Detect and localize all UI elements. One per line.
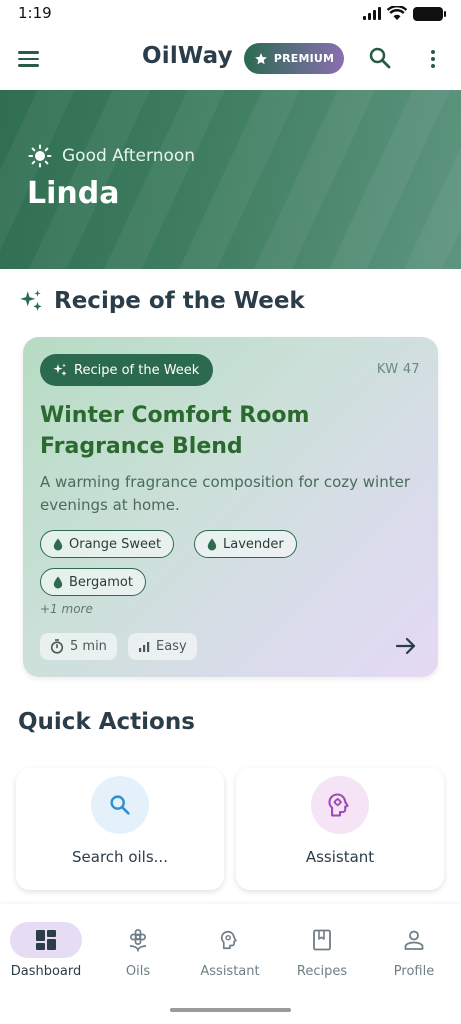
nav-label: Recipes: [296, 964, 348, 979]
search-oils-action[interactable]: Search oils...: [16, 768, 224, 890]
search-icon: [369, 47, 391, 69]
app-title: OilWay: [142, 43, 233, 69]
nav-label: Assistant: [200, 964, 260, 979]
nav-item-assistant[interactable]: Assistant: [184, 922, 276, 984]
signal-icon: [363, 7, 381, 20]
drop-icon: [207, 538, 217, 550]
open-recipe-button[interactable]: [394, 635, 418, 657]
oil-chip[interactable]: Bergamot: [40, 568, 146, 596]
premium-label: PREMIUM: [273, 52, 335, 65]
greeting-row: Good Afternoon: [28, 144, 195, 168]
bar-chart-icon: [139, 641, 150, 652]
home-indicator: [170, 1008, 291, 1012]
more-oils-label: +1 more: [40, 602, 93, 616]
dashboard-icon: [36, 930, 56, 950]
menu-button[interactable]: [18, 46, 46, 72]
more-vert-icon: [431, 50, 435, 54]
recipe-section-header: Recipe of the Week: [18, 288, 305, 314]
quick-action-label: Assistant: [305, 848, 375, 866]
psychology-icon: [328, 793, 349, 817]
assistant-icon-circle: [311, 776, 369, 834]
status-time: 1:19: [18, 4, 52, 22]
person-icon: [404, 930, 424, 950]
user-name: Linda: [27, 176, 120, 211]
menu-icon: [18, 51, 39, 54]
difficulty-chip: Easy: [128, 633, 197, 660]
quick-action-label: Search oils...: [72, 848, 168, 866]
psychology-icon: [220, 930, 237, 950]
nav-label: Dashboard: [10, 964, 82, 979]
nav-label: Profile: [393, 964, 435, 979]
sun-icon: [28, 144, 52, 168]
recipe-badge: Recipe of the Week: [40, 354, 214, 386]
status-bar: 1:19: [0, 0, 461, 28]
premium-badge[interactable]: PREMIUM: [244, 43, 344, 74]
greeting-text: Good Afternoon: [62, 146, 196, 166]
nav-item-oils[interactable]: Oils: [92, 922, 184, 984]
recipe-badge-label: Recipe of the Week: [74, 362, 200, 378]
drop-icon: [53, 576, 63, 588]
sparkle-icon: [53, 363, 67, 376]
search-button[interactable]: [366, 44, 394, 72]
star-icon: [254, 52, 267, 64]
nav-item-dashboard[interactable]: Dashboard: [0, 922, 92, 984]
hero-banner: Good Afternoon Linda: [0, 90, 461, 269]
timer-icon: [50, 639, 64, 654]
recipe-description: A warming fragrance composition for cozy…: [40, 473, 411, 514]
recipe-title: Winter Comfort Room Fragrance Blend: [40, 403, 310, 459]
status-icons: [363, 6, 446, 21]
quick-actions-title: Quick Actions: [18, 709, 195, 735]
book-icon: [313, 929, 331, 951]
search-icon-circle: [91, 776, 149, 834]
sparkle-icon: [20, 290, 42, 311]
battery-icon: [413, 6, 446, 21]
wifi-icon: [387, 6, 407, 20]
oil-chip-label: Bergamot: [69, 574, 133, 590]
nav-item-profile[interactable]: Profile: [368, 922, 460, 984]
flower-icon: [129, 929, 147, 952]
bottom-navigation: Dashboard Oils Assistant Recipes Profile: [0, 904, 461, 1024]
duration-chip: 5 min: [40, 633, 117, 660]
search-icon: [110, 795, 130, 815]
app-bar: OilWay PREMIUM: [0, 30, 461, 88]
oil-chip-label: Orange Sweet: [69, 536, 162, 552]
nav-item-recipes[interactable]: Recipes: [276, 922, 368, 984]
duration-label: 5 min: [70, 639, 107, 654]
arrow-forward-icon: [395, 637, 416, 655]
more-options-button[interactable]: [424, 46, 442, 72]
drop-icon: [53, 538, 63, 550]
oil-chip-label: Lavender: [223, 536, 284, 552]
oil-chip[interactable]: Orange Sweet: [40, 530, 175, 558]
recipe-card[interactable]: Recipe of the Week KW 47 Winter Comfort …: [23, 337, 438, 677]
assistant-action[interactable]: Assistant: [236, 768, 444, 890]
nav-label: Oils: [125, 964, 151, 979]
oil-chip[interactable]: Lavender: [194, 530, 297, 558]
section-title: Recipe of the Week: [54, 288, 305, 314]
week-label: KW 47: [376, 362, 420, 377]
difficulty-label: Easy: [156, 639, 187, 654]
